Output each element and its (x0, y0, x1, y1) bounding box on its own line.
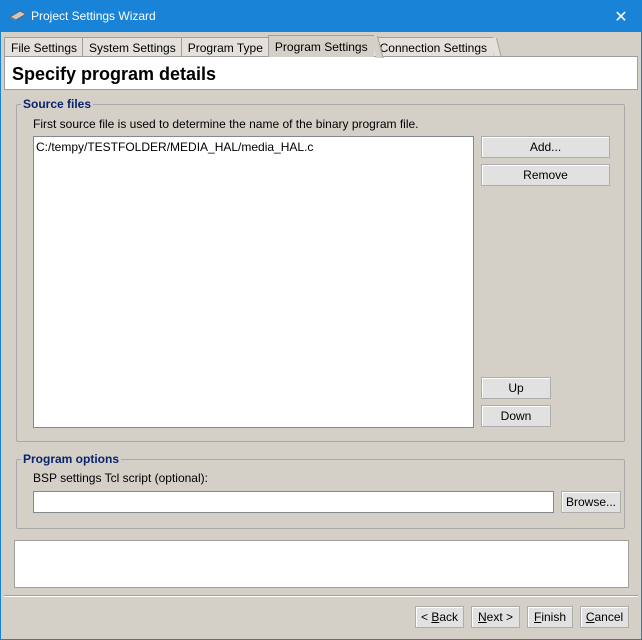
bsp-settings-label: BSP settings Tcl script (optional): (33, 471, 208, 485)
finish-button[interactable]: Finish (527, 606, 573, 628)
browse-button[interactable]: Browse... (561, 491, 621, 513)
add-button[interactable]: Add... (481, 136, 610, 158)
list-item[interactable]: C:/tempy/TESTFOLDER/MEDIA_HAL/media_HAL.… (36, 140, 313, 154)
back-button[interactable]: < Back (415, 606, 464, 628)
up-button[interactable]: Up (481, 377, 551, 399)
tab-system-settings[interactable]: System Settings (82, 37, 182, 57)
source-files-description: First source file is used to determine t… (33, 117, 419, 131)
footer-divider (4, 595, 638, 597)
cancel-button[interactable]: Cancel (580, 606, 629, 628)
project-settings-window: Project Settings Wizard ✕ File Settings … (0, 0, 642, 640)
back-prefix: < (420, 610, 432, 624)
source-files-list[interactable]: C:/tempy/TESTFOLDER/MEDIA_HAL/media_HAL.… (33, 136, 474, 428)
next-mnemonic: N (477, 610, 487, 624)
remove-button[interactable]: Remove (481, 164, 610, 186)
page-title: Specify program details (12, 64, 217, 84)
close-icon[interactable]: ✕ (601, 1, 641, 32)
window-title: Project Settings Wizard (31, 9, 156, 23)
finish-mnemonic: F (533, 610, 542, 624)
cancel-rest: ancel (594, 610, 624, 624)
tab-program-settings[interactable]: Program Settings (267, 35, 374, 57)
back-rest: ack (439, 610, 459, 624)
header-panel: Specify program details (4, 56, 638, 90)
tab-file-settings[interactable]: File Settings (4, 37, 84, 57)
app-icon (10, 11, 26, 21)
down-button[interactable]: Down (481, 405, 551, 427)
next-rest: ext > (486, 610, 514, 624)
message-area (14, 540, 629, 588)
finish-rest: inish (541, 610, 567, 624)
tab-connection-settings[interactable]: Connection Settings (372, 37, 494, 57)
source-files-legend: Source files (21, 97, 94, 111)
bsp-settings-input[interactable] (33, 491, 554, 513)
cancel-mnemonic: C (585, 610, 595, 624)
next-button[interactable]: Next > (471, 606, 520, 628)
program-options-legend: Program options (21, 452, 122, 466)
back-mnemonic: B (431, 610, 440, 624)
tab-strip: File Settings System Settings Program Ty… (4, 35, 494, 57)
title-bar[interactable]: Project Settings Wizard ✕ (1, 1, 641, 32)
tab-program-type[interactable]: Program Type (180, 37, 269, 57)
